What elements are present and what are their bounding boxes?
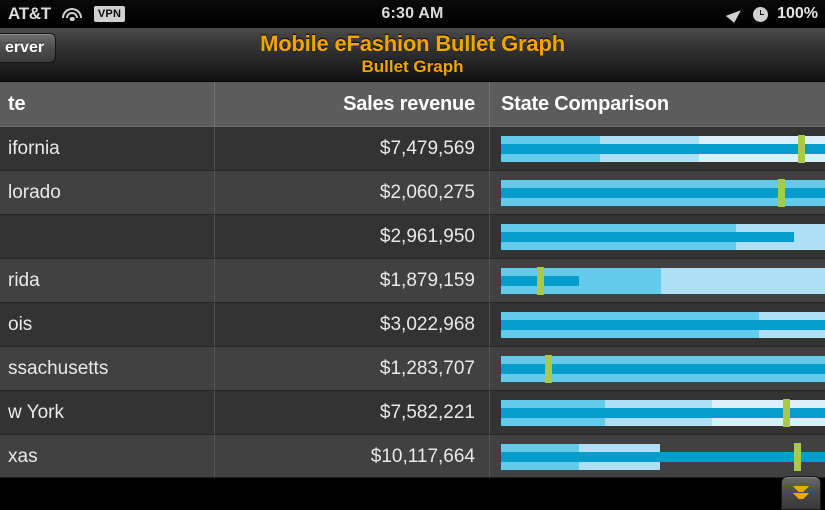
cell-state: ois (0, 303, 215, 346)
table-body: ifornia $7,479,569 lorado $2,060,275 $2,961,… (0, 127, 825, 477)
bullet-graph (501, 178, 825, 207)
alarm-clock-icon (753, 6, 769, 22)
page-subtitle: Bullet Graph (361, 57, 464, 76)
bullet-target-marker (797, 134, 805, 163)
cell-state: lorado (0, 171, 215, 214)
bullet-target-marker (536, 266, 544, 295)
cell-state-comparison (490, 347, 825, 390)
bullet-graph (501, 354, 825, 383)
bullet-value-bar (501, 407, 825, 418)
cell-state-comparison (490, 171, 825, 214)
column-header-state-comparison[interactable]: State Comparison (490, 82, 825, 126)
cell-sales-revenue: $1,283,707 (215, 347, 490, 390)
battery-percent-label: 100% (777, 5, 818, 22)
cell-state: rida (0, 259, 215, 302)
cell-state-comparison (490, 391, 825, 434)
table-row[interactable]: ifornia $7,479,569 (0, 127, 825, 171)
table-row[interactable]: rida $1,879,159 (0, 259, 825, 303)
cell-state-comparison (490, 303, 825, 346)
table-row[interactable]: ssachusetts $1,283,707 (0, 347, 825, 391)
report-table[interactable]: te Sales revenue State Comparison iforni… (0, 82, 825, 477)
cell-sales-revenue: $10,117,664 (215, 435, 490, 477)
expand-panel-button[interactable] (781, 476, 821, 510)
bottom-toolbar (0, 476, 825, 510)
cell-state (0, 215, 215, 258)
cell-state: xas (0, 435, 215, 477)
cell-state-comparison (490, 259, 825, 302)
bullet-value-bar (501, 231, 795, 242)
cell-sales-revenue: $7,582,221 (215, 391, 490, 434)
location-arrow-icon (728, 6, 744, 22)
bullet-value-bar (501, 319, 825, 330)
column-header-state[interactable]: te (0, 82, 215, 126)
table-row[interactable]: xas $10,117,664 (0, 435, 825, 477)
bullet-value-bar (501, 451, 825, 462)
page-title: Mobile eFashion Bullet Graph (260, 31, 565, 56)
title-block: Mobile eFashion Bullet Graph Bullet Grap… (0, 31, 825, 77)
navigation-bar: erver Mobile eFashion Bullet Graph Bulle… (0, 28, 825, 82)
cell-sales-revenue: $1,879,159 (215, 259, 490, 302)
bullet-graph (501, 223, 825, 250)
cell-sales-revenue: $3,022,968 (215, 303, 490, 346)
chevron-up-icon (791, 484, 811, 502)
table-row[interactable]: ois $3,022,968 (0, 303, 825, 347)
table-row[interactable]: lorado $2,060,275 (0, 171, 825, 215)
cell-state-comparison (490, 215, 825, 258)
cell-sales-revenue: $2,060,275 (215, 171, 490, 214)
bullet-graph (501, 398, 825, 427)
table-row[interactable]: w York $7,582,221 (0, 391, 825, 435)
column-header-sales-revenue[interactable]: Sales revenue (215, 82, 490, 126)
cell-sales-revenue: $2,961,950 (215, 215, 490, 258)
bullet-graph (501, 311, 825, 338)
bullet-value-bar (501, 143, 825, 154)
cell-state-comparison (490, 435, 825, 477)
bullet-graph (501, 266, 825, 295)
bullet-target-marker (544, 354, 552, 383)
bullet-graph (501, 442, 825, 471)
cell-state-comparison (490, 127, 825, 170)
bullet-value-bar (501, 187, 825, 198)
bullet-target-marker (794, 442, 802, 471)
cell-sales-revenue: $7,479,569 (215, 127, 490, 170)
cell-state: ifornia (0, 127, 215, 170)
bullet-target-marker (783, 398, 791, 427)
cell-state: ssachusetts (0, 347, 215, 390)
table-header-row: te Sales revenue State Comparison (0, 82, 825, 127)
status-bar: AT&T VPN 6:30 AM 100% (0, 0, 825, 28)
clock-label: 6:30 AM (381, 5, 444, 22)
cell-state: w York (0, 391, 215, 434)
table-row[interactable]: $2,961,950 (0, 215, 825, 259)
bullet-graph (501, 134, 825, 163)
status-bar-right: 100% (728, 5, 818, 23)
bullet-target-marker (778, 178, 786, 207)
